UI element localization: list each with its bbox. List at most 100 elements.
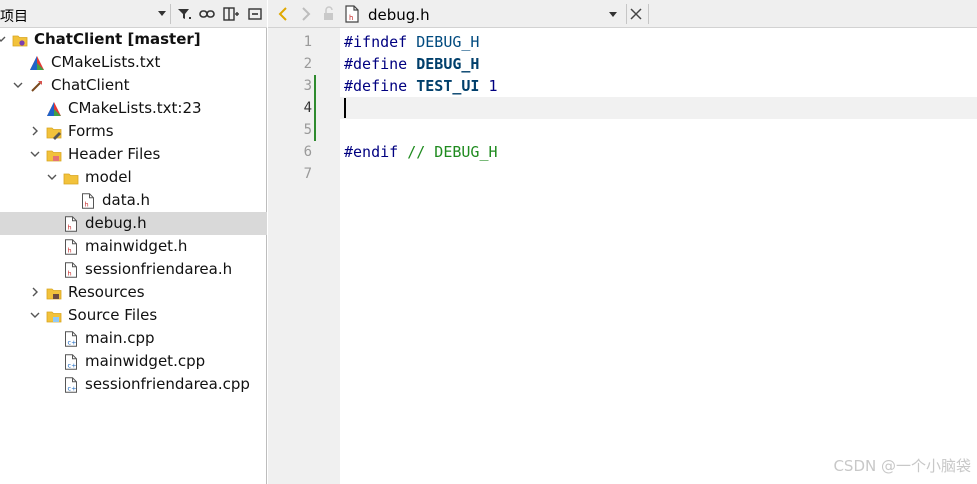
tree-item-label: main.cpp bbox=[85, 329, 155, 347]
line-number: 7 bbox=[303, 166, 312, 182]
code-token: #define bbox=[344, 77, 417, 95]
tree-item[interactable]: ChatClient [master] bbox=[0, 28, 267, 51]
chevron-right-icon[interactable] bbox=[29, 286, 41, 298]
line-number: 5 bbox=[303, 122, 312, 138]
svg-text:c+: c+ bbox=[68, 339, 77, 347]
code-token: #endif bbox=[344, 143, 408, 161]
tree-item[interactable]: h sessionfriendarea.h bbox=[0, 258, 267, 281]
tree-item[interactable]: model bbox=[0, 166, 267, 189]
code-token: #define bbox=[344, 55, 417, 73]
lock-icon[interactable] bbox=[320, 5, 338, 23]
tree-item-label: sessionfriendarea.h bbox=[85, 260, 233, 278]
current-file-name: debug.h bbox=[368, 6, 430, 24]
tree-item[interactable]: CMakeLists.txt:23 bbox=[0, 97, 267, 120]
tree-item[interactable]: Source Files bbox=[0, 304, 267, 327]
folder-icon bbox=[63, 173, 79, 185]
tree-item[interactable]: h data.h bbox=[0, 189, 267, 212]
svg-text:c+: c+ bbox=[68, 385, 77, 393]
target-icon bbox=[31, 81, 42, 92]
chevron-down-icon[interactable] bbox=[29, 309, 41, 321]
chevron-down-icon[interactable] bbox=[12, 79, 24, 91]
code-token: TEST_UI bbox=[416, 77, 480, 95]
code-token: DEBUG_H bbox=[416, 55, 480, 73]
code-line[interactable]: #endif // DEBUG_H bbox=[344, 141, 498, 163]
tree-item[interactable]: CMakeLists.txt bbox=[0, 51, 267, 74]
source-folder-icon bbox=[46, 311, 62, 323]
header-file-icon: h bbox=[65, 216, 77, 232]
split-icon[interactable] bbox=[222, 5, 240, 23]
tree-item-label: Header Files bbox=[68, 145, 161, 163]
svg-text:h: h bbox=[85, 201, 89, 209]
tree-item-label: mainwidget.h bbox=[85, 237, 188, 255]
code-line[interactable]: #ifndef DEBUG_H bbox=[344, 31, 479, 53]
svg-text:c+: c+ bbox=[68, 362, 77, 370]
panel-title: 项目 bbox=[0, 9, 28, 25]
chevron-right-icon[interactable] bbox=[29, 125, 41, 137]
filter-icon[interactable] bbox=[175, 5, 193, 23]
chevron-down-icon bbox=[158, 11, 166, 16]
open-documents-combo[interactable]: h debug.h bbox=[345, 3, 622, 25]
tree-item[interactable]: Resources bbox=[0, 281, 267, 304]
code-token: // DEBUG_H bbox=[407, 143, 498, 161]
header-folder-icon bbox=[46, 150, 62, 162]
editor-toolbar: h debug.h bbox=[268, 0, 977, 28]
line-number: 1 bbox=[303, 34, 312, 50]
tree-item-label: mainwidget.cpp bbox=[85, 352, 206, 370]
tree-item[interactable]: ChatClient bbox=[0, 74, 267, 97]
line-number: 3 bbox=[303, 78, 312, 94]
svg-text:h: h bbox=[68, 270, 72, 278]
tree-item-label: Resources bbox=[68, 283, 145, 301]
panel-type-selector[interactable]: 项目 bbox=[0, 3, 170, 25]
tree-item[interactable]: Header Files bbox=[0, 143, 267, 166]
code-area[interactable]: #ifndef DEBUG_H #define DEBUG_H #define TE… bbox=[340, 28, 977, 484]
resources-folder-icon bbox=[46, 288, 62, 300]
text-cursor bbox=[344, 98, 346, 118]
tree-item[interactable]: c+ sessionfriendarea.cpp bbox=[0, 373, 267, 396]
cmake-icon bbox=[47, 102, 61, 116]
chevron-down-icon[interactable] bbox=[46, 171, 58, 183]
tree-item[interactable]: c+ main.cpp bbox=[0, 327, 267, 350]
tree-item[interactable]: Forms bbox=[0, 120, 267, 143]
close-panel-icon[interactable] bbox=[246, 5, 264, 23]
tree-item-label: CMakeLists.txt bbox=[51, 53, 161, 71]
header-file-icon: h bbox=[345, 5, 359, 23]
cmake-icon bbox=[30, 56, 44, 70]
cpp-file-icon: c+ bbox=[65, 354, 77, 370]
watermark: CSDN @一个小脑袋 bbox=[833, 457, 971, 475]
forward-icon[interactable] bbox=[297, 5, 315, 23]
tree-item[interactable]: h debug.h bbox=[0, 212, 267, 235]
tree-item[interactable]: h mainwidget.h bbox=[0, 235, 267, 258]
tree-item-label: debug.h bbox=[85, 214, 147, 232]
code-editor: h debug.h 1234567 #ifndef DEBUG_H #define… bbox=[268, 0, 977, 484]
code-line[interactable]: #define TEST_UI 1 bbox=[344, 75, 498, 97]
tree-item[interactable]: c+ mainwidget.cpp bbox=[0, 350, 267, 373]
project-icon bbox=[12, 35, 28, 47]
cpp-file-icon: c+ bbox=[65, 331, 77, 347]
header-file-icon: h bbox=[82, 193, 94, 209]
svg-text:h: h bbox=[68, 224, 72, 232]
line-number: 4 bbox=[303, 100, 312, 116]
link-icon[interactable] bbox=[198, 5, 216, 23]
tree-item-label: model bbox=[85, 168, 132, 186]
header-file-icon: h bbox=[65, 239, 77, 255]
chevron-down-icon[interactable] bbox=[0, 33, 7, 45]
tree-item-label: ChatClient bbox=[51, 76, 130, 94]
header-file-icon: h bbox=[65, 262, 77, 278]
svg-text:h: h bbox=[349, 14, 353, 22]
tree-item-label: CMakeLists.txt:23 bbox=[68, 99, 202, 117]
back-icon[interactable] bbox=[274, 5, 292, 23]
close-document-icon[interactable] bbox=[627, 5, 645, 23]
tree-item-label: data.h bbox=[102, 191, 151, 209]
tree-item-label: sessionfriendarea.cpp bbox=[85, 375, 250, 393]
code-token: 1 bbox=[479, 77, 498, 95]
chevron-down-icon[interactable] bbox=[29, 148, 41, 160]
toolbar-separator bbox=[648, 4, 649, 24]
chevron-down-icon bbox=[609, 12, 617, 17]
code-line[interactable]: #define DEBUG_H bbox=[344, 53, 479, 75]
code-token: #ifndef bbox=[344, 33, 417, 51]
modified-lines-marker bbox=[314, 75, 316, 141]
tree-item-label: ChatClient [master] bbox=[34, 30, 201, 48]
tree-item-label: Forms bbox=[68, 122, 114, 140]
forms-folder-icon bbox=[46, 127, 62, 140]
cpp-file-icon: c+ bbox=[65, 377, 77, 393]
